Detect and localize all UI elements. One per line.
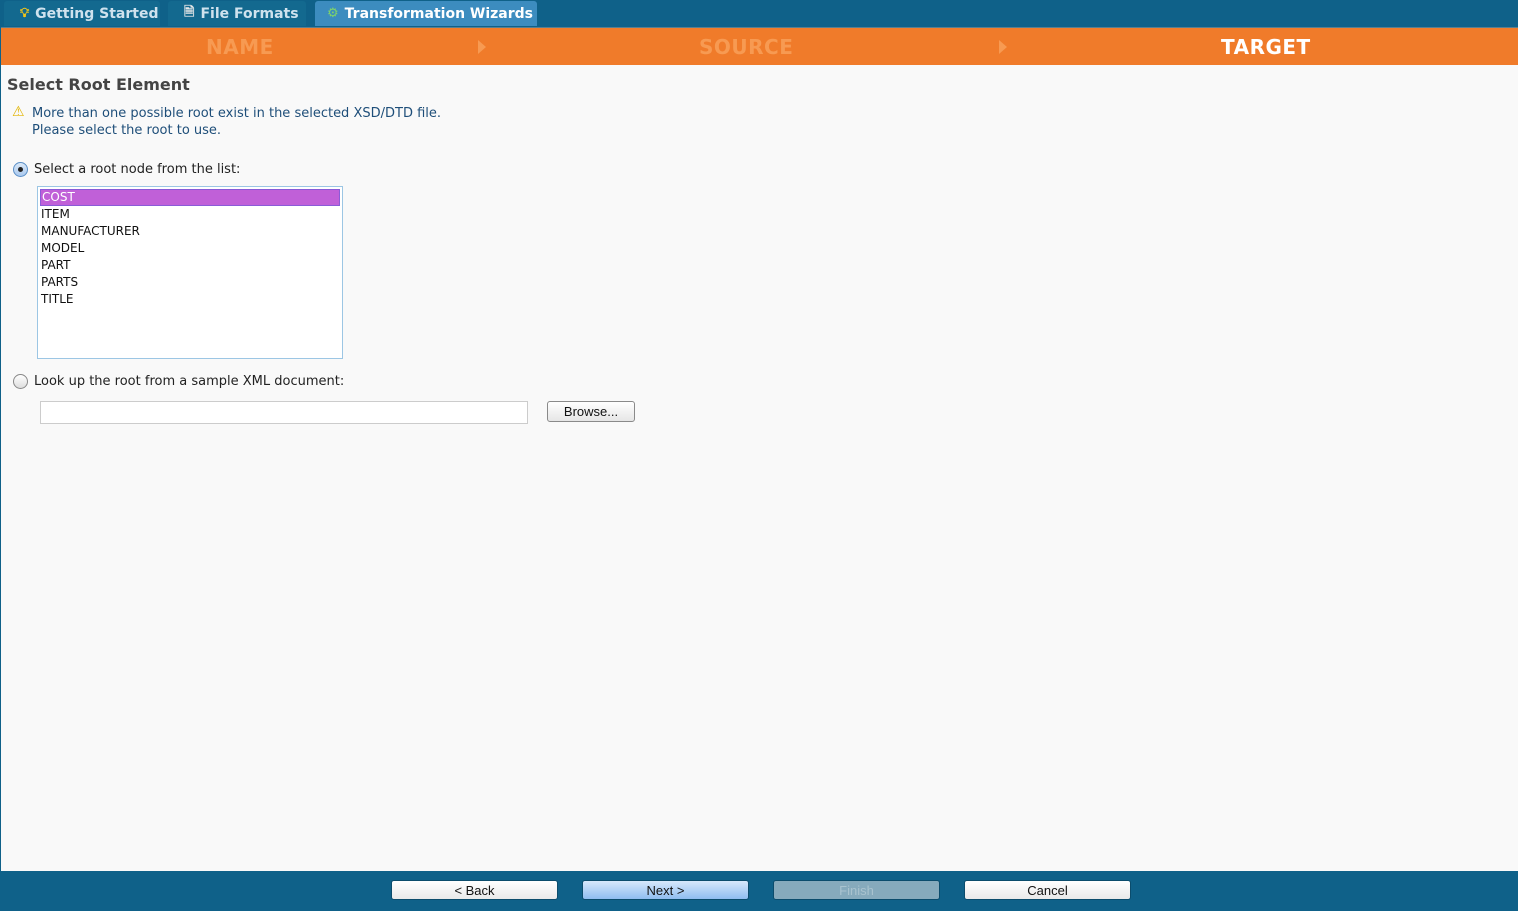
wizard-content: Select Root Element ⚠ More than one poss… xyxy=(1,65,1518,871)
step-target: TARGET xyxy=(1221,35,1311,59)
tab-label: File Formats xyxy=(200,5,299,22)
radio-select-from-list-label[interactable]: Select a root node from the list: xyxy=(34,162,240,177)
warning-message: More than one possible root exist in the… xyxy=(32,105,441,139)
list-item[interactable]: MANUFACTURER xyxy=(40,223,340,240)
sample-xml-path-input[interactable] xyxy=(40,401,528,424)
radio-sample-xml[interactable] xyxy=(13,374,28,389)
tab-getting-started[interactable]: 💡︎ Getting Started xyxy=(4,1,160,26)
warning-icon: ⚠ xyxy=(12,104,25,120)
tab-transformation-wizards[interactable]: ⚙ Transformation Wizards xyxy=(315,1,537,26)
list-item[interactable]: PARTS xyxy=(40,274,340,291)
tab-label: Getting Started xyxy=(35,5,159,22)
tab-bar: 💡︎ Getting Started 🗎 File Formats ⚙ Tran… xyxy=(0,0,1518,27)
step-name: NAME xyxy=(206,35,274,59)
cancel-button[interactable]: Cancel xyxy=(964,880,1131,900)
wizard-icon: ⚙ xyxy=(327,6,339,21)
next-button[interactable]: Next > xyxy=(582,880,749,900)
tab-file-formats[interactable]: 🗎 File Formats xyxy=(168,1,306,26)
list-item[interactable]: MODEL xyxy=(40,240,340,257)
step-arrow-icon xyxy=(999,40,1007,54)
list-item[interactable]: ITEM xyxy=(40,206,340,223)
page-title: Select Root Element xyxy=(7,75,190,94)
radio-select-from-list[interactable] xyxy=(13,162,28,177)
document-icon: 🗎 xyxy=(184,4,195,20)
warning-line-1: More than one possible root exist in the… xyxy=(32,106,442,121)
list-item[interactable]: PART xyxy=(40,257,340,274)
warning-line-2: Please select the root to use. xyxy=(32,123,222,138)
list-item[interactable]: TITLE xyxy=(40,291,340,308)
wizard-steps: NAME SOURCE TARGET xyxy=(1,27,1518,65)
wizard-footer: < Back Next > Finish Cancel xyxy=(0,871,1518,911)
list-item[interactable]: COST xyxy=(40,189,340,206)
root-node-list[interactable]: COST ITEM MANUFACTURER MODEL PART PARTS … xyxy=(37,186,343,359)
radio-sample-xml-label[interactable]: Look up the root from a sample XML docum… xyxy=(34,374,344,389)
finish-button: Finish xyxy=(773,880,940,900)
browse-button[interactable]: Browse... xyxy=(547,401,635,422)
step-source: SOURCE xyxy=(699,35,794,59)
back-button[interactable]: < Back xyxy=(391,880,558,900)
tab-label: Transformation Wizards xyxy=(344,5,534,22)
lightbulb-icon: 💡︎ xyxy=(20,6,30,21)
step-arrow-icon xyxy=(478,40,486,54)
